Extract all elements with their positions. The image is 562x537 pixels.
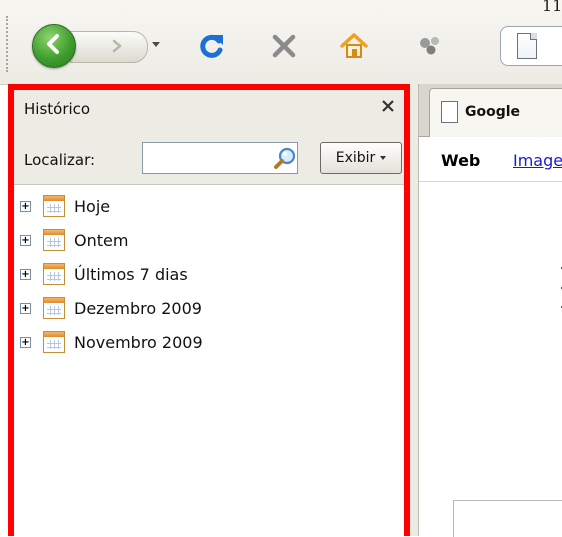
view-button-label: Exibir xyxy=(335,150,376,166)
expand-icon[interactable]: + xyxy=(20,303,31,314)
sidebar-title: Histórico xyxy=(24,100,91,118)
tab-label: Google xyxy=(465,104,521,120)
stop-icon[interactable] xyxy=(266,29,302,63)
expand-icon[interactable]: + xyxy=(20,201,31,212)
calendar-icon xyxy=(43,331,65,353)
search-box[interactable] xyxy=(453,500,562,537)
sidebar-search-row: Localizar: Exibir xyxy=(14,136,404,185)
calendar-icon xyxy=(43,195,65,217)
close-icon[interactable] xyxy=(378,96,398,116)
sidebar-splitter[interactable] xyxy=(410,84,419,536)
navigation-toolbar: 11 xyxy=(0,0,562,85)
forward-arrow-icon[interactable] xyxy=(106,36,128,56)
corner-text: 11 xyxy=(542,0,562,15)
history-sidebar: Histórico Localizar: Exibir + Hoje + Ont… xyxy=(8,84,410,536)
history-item-novembro-2009[interactable]: + Novembro 2009 xyxy=(14,326,404,360)
back-button[interactable] xyxy=(32,24,76,68)
calendar-icon xyxy=(43,263,65,285)
history-tree: + Hoje + Ontem + Últimos 7 dias + Dezemb… xyxy=(14,190,404,360)
tree-item-label: Dezembro 2009 xyxy=(74,299,202,318)
bookmarks-icon[interactable] xyxy=(412,29,448,63)
chevron-down-icon xyxy=(380,156,387,160)
tree-item-label: Hoje xyxy=(74,197,111,216)
history-item-dezembro-2009[interactable]: + Dezembro 2009 xyxy=(14,292,404,326)
tree-item-label: Últimos 7 dias xyxy=(74,265,188,284)
divider xyxy=(419,181,562,182)
tab-strip: Google xyxy=(419,84,562,137)
nav-images-link[interactable]: Imagens xyxy=(513,151,562,170)
expand-icon[interactable]: + xyxy=(20,235,31,246)
history-item-ontem[interactable]: + Ontem xyxy=(14,224,404,258)
history-item-ultimos-7-dias[interactable]: + Últimos 7 dias xyxy=(14,258,404,292)
history-dropdown-icon[interactable] xyxy=(152,42,160,47)
expand-icon[interactable]: + xyxy=(20,337,31,348)
back-arrow-icon xyxy=(42,32,66,60)
expand-icon[interactable]: + xyxy=(20,269,31,280)
page-content: Web Imagens xyxy=(419,137,562,537)
search-icon[interactable] xyxy=(272,145,298,171)
home-icon[interactable] xyxy=(336,29,372,63)
history-item-hoje[interactable]: + Hoje xyxy=(14,190,404,224)
calendar-icon xyxy=(43,297,65,319)
reload-icon[interactable] xyxy=(194,29,230,63)
tree-item-label: Ontem xyxy=(74,231,129,250)
tree-item-label: Novembro 2009 xyxy=(74,333,203,352)
search-label: Localizar: xyxy=(24,151,96,169)
nav-web: Web xyxy=(441,151,481,170)
sidebar-header: Histórico xyxy=(14,90,404,136)
toolbar-grip[interactable] xyxy=(6,16,12,72)
page-icon xyxy=(441,101,458,123)
view-button[interactable]: Exibir xyxy=(320,142,402,174)
calendar-icon xyxy=(43,229,65,251)
page-icon xyxy=(517,33,537,59)
